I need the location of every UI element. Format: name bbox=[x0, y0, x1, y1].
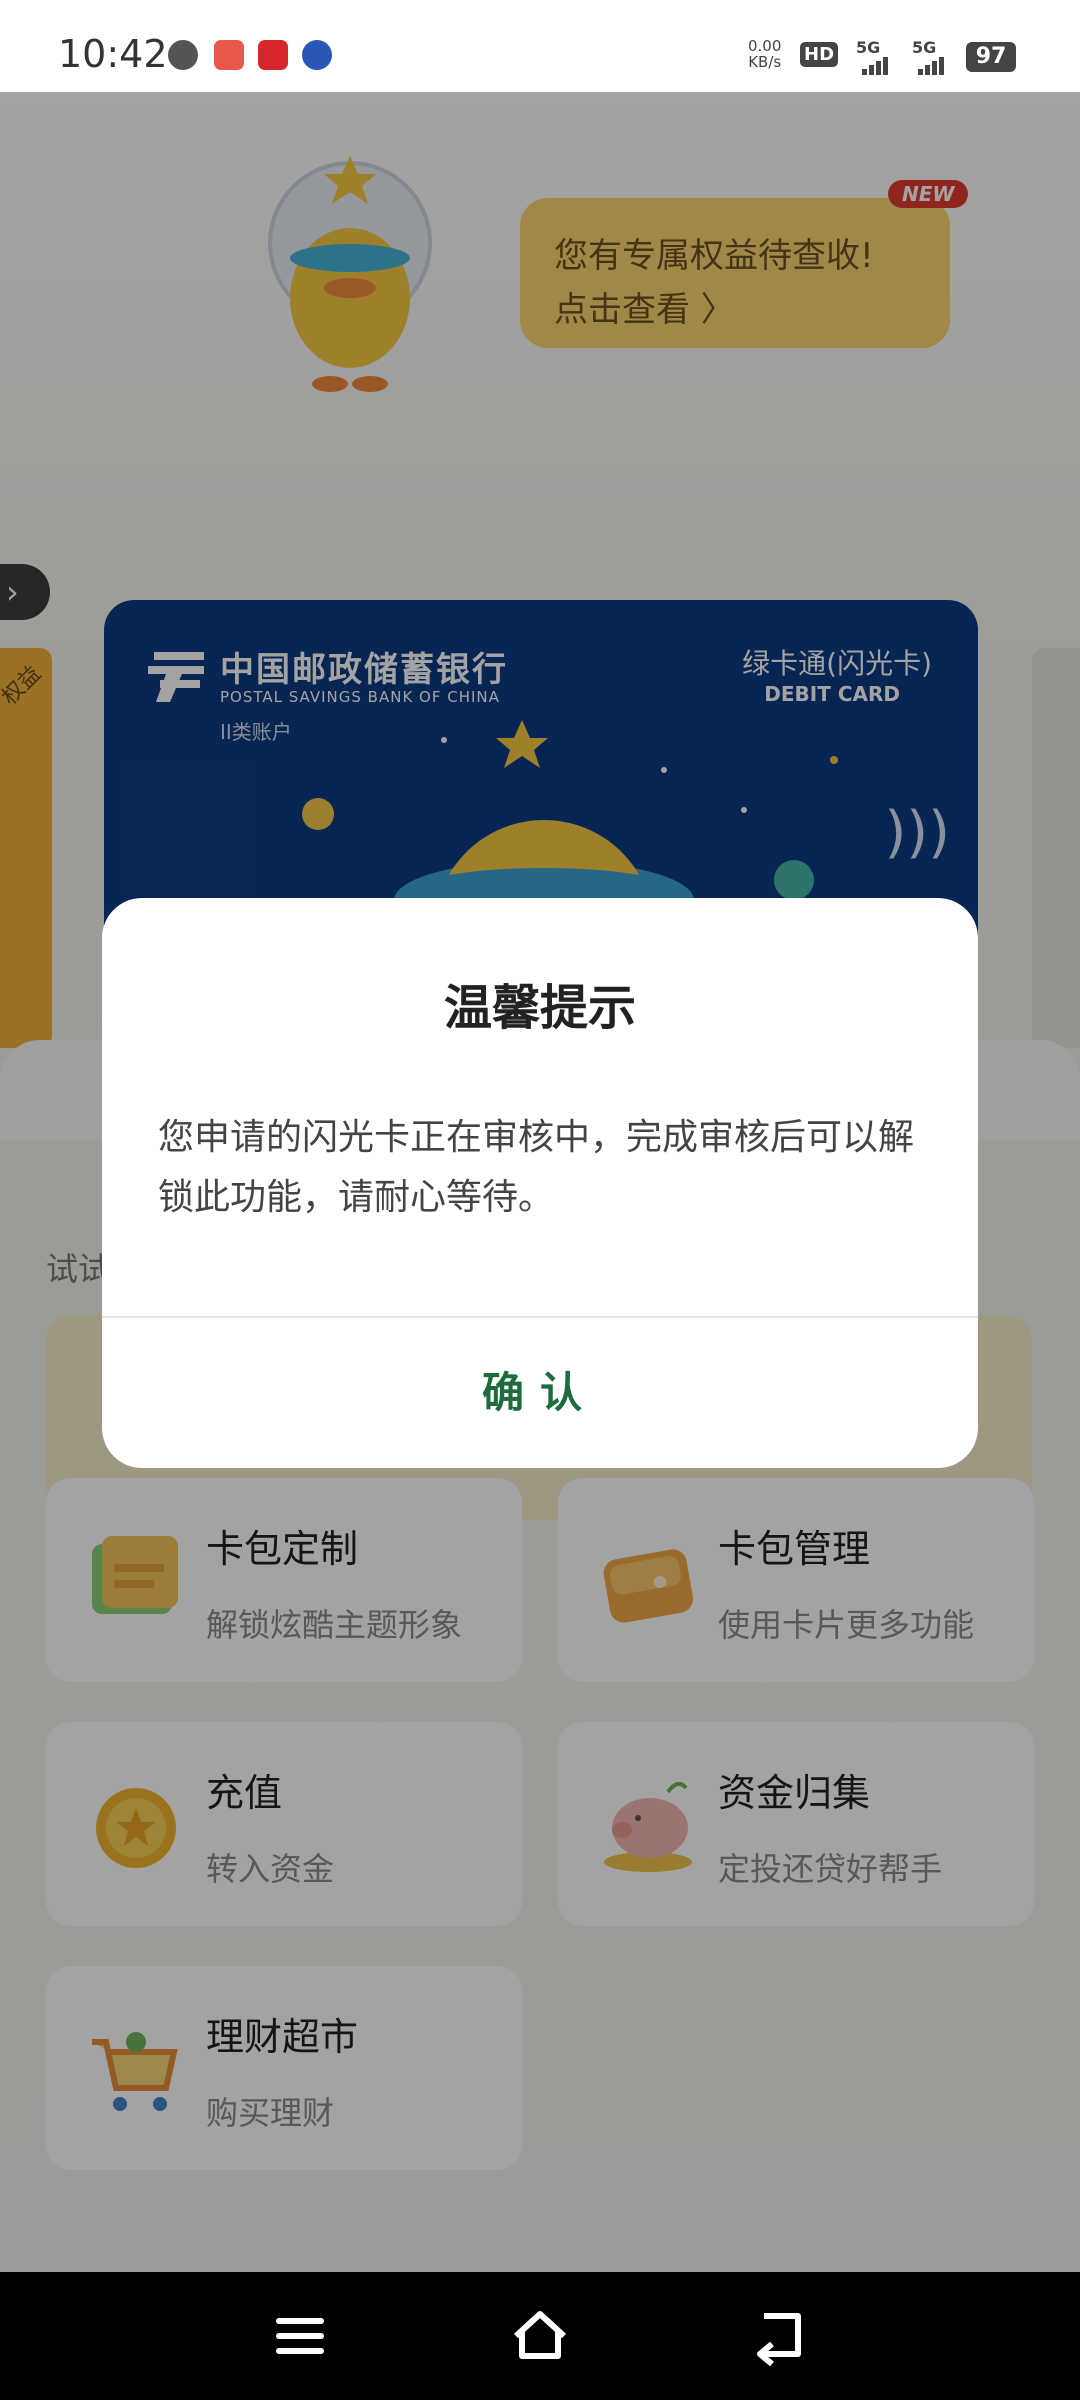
signal-label-1: 5G bbox=[856, 38, 881, 57]
status-bar: 10:42 0.00 KB/s HD 5G 5G 97 bbox=[0, 0, 1080, 92]
menu-icon[interactable] bbox=[268, 2306, 332, 2366]
dialog-message: 您申请的闪光卡正在审核中，完成审核后可以解锁此功能，请耐心等待。 bbox=[158, 1117, 915, 1218]
confirm-button[interactable]: 确认 bbox=[102, 1318, 978, 1468]
app-notification-icon bbox=[258, 40, 288, 70]
signal-bars-icon bbox=[862, 56, 890, 75]
status-time: 10:42 bbox=[58, 32, 168, 76]
net-speed: 0.00 KB/s bbox=[748, 38, 781, 70]
app-notification-icon bbox=[302, 40, 332, 70]
net-speed-unit: KB/s bbox=[748, 53, 782, 71]
signal-label-2: 5G bbox=[912, 38, 937, 57]
home-icon[interactable] bbox=[508, 2306, 572, 2366]
back-icon[interactable] bbox=[748, 2306, 812, 2366]
battery-icon: 97 bbox=[966, 42, 1016, 72]
hd-icon: HD bbox=[800, 42, 839, 67]
net-speed-value: 0.00 bbox=[748, 37, 782, 55]
signal-bars-icon bbox=[918, 56, 946, 75]
system-nav-bar bbox=[0, 2272, 1080, 2400]
message-notification-icon bbox=[168, 40, 198, 70]
notice-dialog: 温馨提示 您申请的闪光卡正在审核中，完成审核后可以解锁此功能，请耐心等待。 确认 bbox=[102, 898, 978, 1468]
dialog-title: 温馨提示 bbox=[443, 980, 636, 1036]
app-notification-icon bbox=[214, 40, 244, 70]
